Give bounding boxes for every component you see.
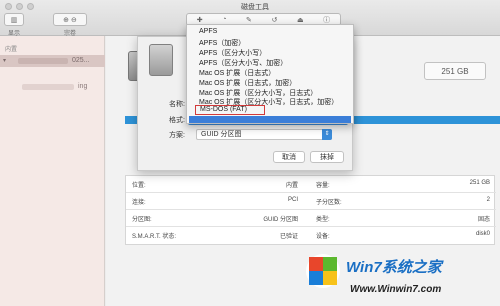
info-label: 容量: <box>316 183 330 189</box>
scheme-value: GUID 分区图 <box>201 131 242 138</box>
erase-button[interactable]: 抹掉 <box>310 151 344 163</box>
format-label: 格式: <box>169 117 185 124</box>
info-value: PCI <box>287 197 298 203</box>
erase-icon: ✎ <box>246 16 252 24</box>
sidebar-item-disk[interactable]: ▾ 025... <box>0 55 105 67</box>
info-label: 位置: <box>132 183 146 189</box>
info-row: 位置: 内置 容量: 251 GB <box>126 176 496 193</box>
watermark-url: Www.Winwin7.com <box>350 284 442 295</box>
info-table: 位置: 内置 容量: 251 GB 连接: PCI 子分区数: 2 分区图: G… <box>125 175 496 245</box>
menu-item[interactable]: Mac OS 扩展（日志式） <box>199 68 275 78</box>
info-label: S.M.A.R.T. 状态: <box>132 234 177 240</box>
sidebar: 内置 ▾ 025... ing <box>0 36 105 306</box>
blurred-disk-name <box>18 58 68 64</box>
scheme-select[interactable]: GUID 分区图 ⇕ <box>196 129 332 140</box>
info-value: 251 GB <box>469 180 490 186</box>
info-value: 2 <box>486 197 490 203</box>
info-value: disk0 <box>475 231 490 237</box>
info-value: 固态 <box>477 217 490 223</box>
windows-logo-icon <box>306 254 340 288</box>
info-value: GUID 分区图 <box>263 217 298 223</box>
info-row: 分区图: GUID 分区图 类型: 固态 <box>126 210 496 227</box>
partition-icon: ◔ <box>222 16 227 23</box>
sidebar-toggle-button[interactable]: ▥ <box>4 13 24 26</box>
cancel-button[interactable]: 取消 <box>273 151 305 163</box>
info-value: 内置 <box>285 183 298 189</box>
logo-blue-quadrant <box>309 271 323 285</box>
capacity-badge: 251 GB <box>424 62 486 80</box>
zoom-window-button[interactable] <box>27 3 34 10</box>
menu-item-msdos-highlighted[interactable]: MS-DOS (FAT) <box>195 105 265 115</box>
sidebar-section-header: 内置 <box>5 47 18 53</box>
logo-green-quadrant <box>323 257 337 271</box>
info-label: 分区图: <box>132 217 152 223</box>
info-row: 连接: PCI 子分区数: 2 <box>126 193 496 210</box>
info-label: 设备: <box>316 234 330 240</box>
menu-item[interactable]: Mac OS 扩展（日志式，加密） <box>199 78 296 88</box>
scheme-label: 方案: <box>169 132 185 139</box>
disk-icon <box>149 44 173 76</box>
mount-icon: ⏏ <box>296 16 304 24</box>
blurred-volume-name <box>22 84 74 90</box>
restore-icon: ↺ <box>271 16 278 24</box>
info-label: 子分区数: <box>316 200 342 206</box>
info-icon: ⓘ <box>323 16 331 24</box>
close-window-button[interactable] <box>5 3 12 10</box>
sidebar-disk-label: 025... <box>72 57 90 64</box>
menu-item[interactable]: APFS（区分大小写、加密） <box>199 58 287 68</box>
info-value: 已验证 <box>279 234 298 240</box>
menu-item[interactable]: APFS <box>199 28 217 35</box>
window-title: 磁盘工具 <box>241 4 269 11</box>
logo-red-quadrant <box>309 257 323 271</box>
watermark: Win7系统之家 Www.Winwin7.com <box>300 248 500 306</box>
name-label: 名称: <box>169 101 185 108</box>
sidebar-volume-label: ing <box>78 83 88 90</box>
menu-item[interactable]: APFS（加密） <box>199 38 245 48</box>
menu-item-selected[interactable] <box>189 116 351 123</box>
info-label: 类型: <box>316 217 330 223</box>
format-dropdown-menu: APFS APFS（加密） APFS（区分大小写） APFS（区分大小写、加密）… <box>186 24 354 124</box>
sidebar-icon: ▥ <box>10 16 18 24</box>
info-label: 连接: <box>132 200 146 206</box>
add-volume-icon: ⊕ ⊖ <box>63 16 77 24</box>
sidebar-item-volume[interactable]: ing <box>0 81 105 93</box>
chevron-updown-icon: ⇕ <box>322 129 332 140</box>
info-row: S.M.A.R.T. 状态: 已验证 设备: disk0 <box>126 227 496 244</box>
menu-item[interactable]: APFS（区分大小写） <box>199 48 266 58</box>
volume-button[interactable]: ⊕ ⊖ <box>53 13 87 26</box>
minimize-window-button[interactable] <box>16 3 23 10</box>
first-aid-icon: ✚ <box>196 16 203 24</box>
disclosure-triangle-icon[interactable]: ▾ <box>3 57 6 64</box>
watermark-brand: Win7系统之家 <box>346 259 442 276</box>
logo-yellow-quadrant <box>323 271 337 285</box>
